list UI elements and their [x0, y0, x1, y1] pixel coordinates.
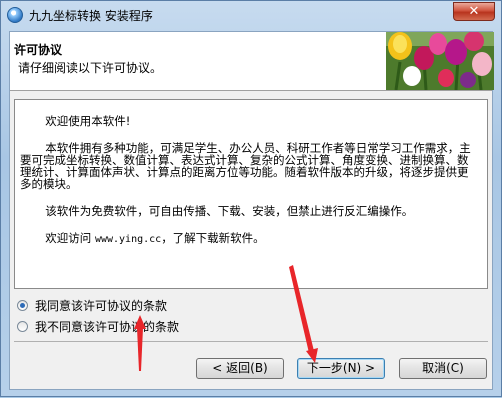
annotation-arrow-right-shaft	[289, 265, 314, 353]
annotation-overlay	[134, 265, 318, 371]
installer-window: 九九坐标转换 安装程序 ✕ 许可协议 请仔细阅读以下许可协议。 欢迎使用本软件!…	[0, 0, 502, 397]
annotation-arrow-left	[134, 315, 146, 329]
annotation-arrow-left-shaft	[137, 328, 143, 371]
